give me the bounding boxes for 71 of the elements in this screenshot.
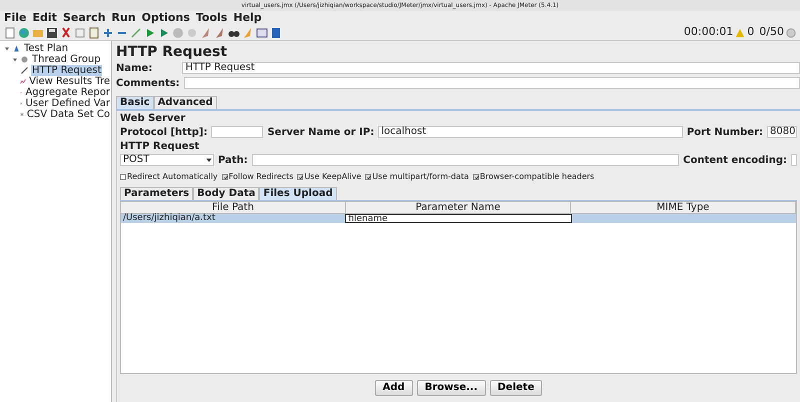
tree-item[interactable]: Test Plan bbox=[23, 43, 70, 54]
field-label: Content encoding: bbox=[683, 154, 787, 168]
protocol-field[interactable] bbox=[211, 126, 264, 138]
checkbox-option[interactable]: Use multipart/form-data bbox=[365, 171, 469, 183]
flask-icon bbox=[12, 44, 21, 53]
tab[interactable]: Files Upload bbox=[259, 187, 337, 200]
column-header[interactable]: File Path bbox=[121, 202, 346, 213]
column-header[interactable]: Parameter Name bbox=[346, 202, 571, 213]
tab[interactable]: Body Data bbox=[193, 187, 260, 200]
server-field[interactable]: localhost bbox=[378, 126, 683, 138]
field-label: Protocol [http]: bbox=[120, 126, 208, 140]
menu-item[interactable]: Edit bbox=[32, 11, 57, 25]
copy-icon[interactable] bbox=[74, 26, 86, 38]
checkbox-option[interactable]: Follow Redirects bbox=[222, 171, 294, 183]
field-label: Comments: bbox=[116, 76, 180, 90]
check-icon bbox=[366, 175, 372, 180]
field-label: Name: bbox=[116, 62, 152, 76]
warning-icon bbox=[735, 28, 746, 38]
checkbox-option[interactable]: Browser-compatible headers bbox=[472, 171, 594, 183]
path-field[interactable] bbox=[252, 154, 680, 166]
play-icon[interactable] bbox=[158, 26, 170, 38]
column-header[interactable]: MIME Type bbox=[571, 202, 796, 213]
name-field[interactable]: HTTP Request bbox=[182, 62, 800, 74]
menu-item[interactable]: Help bbox=[233, 11, 262, 25]
menu-item[interactable]: Tools bbox=[196, 11, 228, 25]
table-row[interactable]: /Users/jizhiqian/a.txt filename bbox=[121, 214, 796, 223]
elapsed-time: 00:00:01 bbox=[684, 24, 734, 40]
panel-title: HTTP Request bbox=[116, 43, 228, 61]
warning-count: 0 bbox=[747, 24, 754, 40]
clipboard-icon[interactable] bbox=[88, 26, 100, 38]
stop-icon[interactable] bbox=[172, 26, 184, 38]
checkbox-option[interactable]: Use KeepAlive bbox=[297, 171, 362, 183]
menu-item[interactable]: Options bbox=[142, 11, 190, 25]
comments-field[interactable] bbox=[184, 77, 800, 89]
plus-icon[interactable] bbox=[102, 26, 114, 38]
tree-item[interactable]: View Results Tre bbox=[28, 76, 111, 87]
scissors-icon[interactable] bbox=[60, 26, 72, 38]
tab[interactable]: Advanced bbox=[154, 96, 217, 109]
menu-item[interactable]: File bbox=[4, 11, 27, 25]
pen-icon bbox=[20, 66, 29, 75]
section-title: Web Server bbox=[120, 113, 186, 125]
method-value: POST bbox=[122, 155, 150, 165]
field-label: Port Number: bbox=[686, 126, 763, 140]
tab[interactable]: Basic bbox=[116, 96, 154, 109]
play-icon[interactable] bbox=[144, 26, 156, 38]
tree-item[interactable]: CSV Data Set Co bbox=[26, 109, 111, 120]
action-button[interactable]: Add bbox=[374, 380, 413, 396]
action-button[interactable]: Delete bbox=[490, 380, 542, 396]
check-icon bbox=[298, 175, 304, 180]
tab[interactable]: Parameters bbox=[120, 187, 194, 200]
field-label: Path: bbox=[218, 154, 248, 168]
method-select[interactable]: POST bbox=[120, 154, 214, 166]
encoding-field[interactable] bbox=[791, 154, 797, 166]
checkbox-option[interactable]: Redirect Automatically bbox=[120, 171, 218, 183]
globe-icon[interactable] bbox=[18, 26, 30, 38]
tree-item[interactable]: HTTP Request bbox=[31, 65, 102, 76]
thread-count: 0/50 bbox=[759, 24, 784, 40]
section-title: HTTP Request bbox=[120, 141, 200, 153]
menu-item[interactable]: Search bbox=[62, 11, 106, 25]
tree-item[interactable]: Aggregate Repor bbox=[24, 87, 111, 98]
check-icon bbox=[474, 175, 480, 180]
tree-item[interactable]: Thread Group bbox=[31, 54, 102, 65]
tree-item[interactable]: User Defined Var bbox=[24, 98, 111, 109]
menu-item[interactable]: Run bbox=[112, 11, 136, 25]
action-button[interactable]: Browse... bbox=[416, 380, 486, 396]
field-label: Server Name or IP: bbox=[267, 126, 374, 140]
document-icon[interactable] bbox=[4, 26, 16, 38]
check-icon bbox=[222, 175, 229, 180]
table-cell[interactable]: filename bbox=[345, 214, 572, 223]
port-field[interactable]: 8080 bbox=[767, 126, 797, 138]
table-cell-text: /Users/jizhiqian/a.txt bbox=[122, 214, 216, 223]
